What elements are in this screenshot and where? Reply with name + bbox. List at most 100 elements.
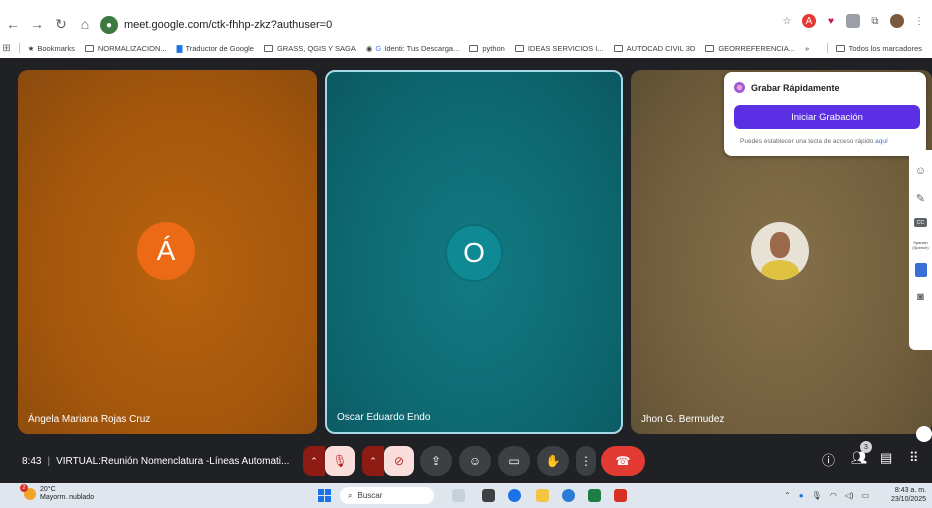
weather-widget[interactable]: 2 20°C Mayorm. nublado [20, 484, 94, 502]
extension-grid-icon[interactable] [846, 14, 860, 28]
extension-side-toolbar: ☺ ✎ CC Spanish (Speech) ◙ [909, 150, 932, 350]
taskbar-excel-icon[interactable] [588, 489, 601, 502]
meet-control-bar: 8:43 | VIRTUAL:Reunión Nomenclatura -Línea… [0, 426, 932, 483]
participant-name: Oscar Eduardo Endo [337, 412, 431, 423]
leave-call-button[interactable]: ☎ [601, 446, 645, 476]
extensions-puzzle-icon[interactable]: ⧉ [868, 14, 882, 28]
forward-icon[interactable]: → [26, 13, 48, 35]
pen-icon[interactable]: ✎ [914, 191, 928, 205]
more-menu-icon[interactable]: ⋮ [912, 14, 926, 28]
camera-group: ⌃ ⊘ [362, 446, 414, 476]
captions-icon[interactable]: CC [914, 218, 927, 227]
reactions-button[interactable]: ☺ [459, 446, 491, 476]
photo-face [770, 232, 790, 258]
mic-off-button[interactable]: 🎙︎ [325, 446, 355, 476]
captions-button[interactable]: ▭ [498, 446, 530, 476]
folder-icon [514, 44, 524, 52]
volume-icon[interactable]: ◁) [845, 491, 854, 500]
more-bookmarks-chevron[interactable]: » [805, 44, 809, 53]
extension-brain-icon [734, 82, 745, 93]
bookmark-bookmarks[interactable]: ★ Bookmarks [28, 44, 75, 53]
taskbar-app-photo-icon[interactable] [452, 489, 465, 502]
address-bar-row: ← → ↻ ⌂ ● meet.google.com/ctk-fhhp-zkz?a… [0, 8, 932, 40]
extension-heart-icon[interactable]: ♥ [824, 14, 838, 28]
chat-icon[interactable]: ▤ [880, 450, 892, 466]
search-placeholder: Buscar [357, 491, 383, 500]
bookmark-python[interactable]: python [469, 44, 505, 53]
quick-record-popup: Grabar Rápidamente Iniciar Grabación Pue… [724, 72, 926, 156]
activities-icon[interactable]: ⠿ [909, 450, 919, 466]
start-recording-button[interactable]: Iniciar Grabación [734, 105, 920, 129]
bookmark-georreferencia[interactable]: GEORREFERENCIA... [705, 44, 795, 53]
bookmark-star-icon[interactable]: ☆ [780, 14, 794, 28]
battery-icon[interactable]: ▭ [862, 491, 870, 500]
popup-header: Grabar Rápidamente [734, 82, 840, 93]
meeting-time: 8:43 [22, 456, 42, 467]
bookmark-grass[interactable]: GRASS, QGIS Y SAGA [263, 44, 356, 53]
more-options-button[interactable]: ⋮ [576, 446, 596, 476]
participant-tile-active-speaker[interactable]: O Oscar Eduardo Endo [325, 70, 623, 434]
folder-icon [705, 44, 715, 52]
taskbar-explorer-icon[interactable] [536, 489, 549, 502]
bookmark-all[interactable]: Todos los marcadores [835, 44, 922, 53]
extensions-area: ☆ A ♥ ⧉ ⋮ [780, 14, 926, 28]
profile-avatar-icon[interactable] [890, 14, 904, 28]
weather-text: 20°C Mayorm. nublado [40, 486, 94, 502]
avatar: Á [137, 222, 195, 280]
bookmark-ideas[interactable]: IDEAS SERVICIOS I... [514, 44, 604, 53]
start-windows-icon[interactable] [318, 489, 331, 502]
adblock-icon[interactable]: A [802, 14, 816, 28]
shortcut-hint: Puedes establecer una tecla de acceso rá… [740, 138, 888, 145]
photo-shirt [761, 260, 799, 280]
windows-taskbar: 2 20°C Mayorm. nublado ⌕ Buscar ⌃ ● 🎙︎ ◠… [0, 483, 932, 508]
bookmark-traductor[interactable]: ▇ Traductor de Google [177, 44, 254, 53]
taskbar-pdf-icon[interactable] [614, 489, 627, 502]
url-text[interactable]: meet.google.com/ctk-fhhp-zkz?authuser=0 [124, 19, 332, 31]
bookmark-identi[interactable]: ◉ G Identi: Tus Descarga... [366, 44, 459, 53]
bookmark-normalizacion[interactable]: NORMALIZACION... [84, 44, 167, 53]
participant-name: Jhon G. Bermudez [641, 414, 725, 425]
language-label[interactable]: Spanish (Speech) [909, 240, 932, 250]
mic-options-chevron-icon[interactable]: ⌃ [303, 446, 325, 476]
reload-icon[interactable]: ↻ [50, 13, 72, 35]
bookmark-autocad[interactable]: AUTOCAD CIVIL 3D [613, 44, 695, 53]
screen: ← → ↻ ⌂ ● meet.google.com/ctk-fhhp-zkz?a… [0, 0, 932, 508]
apps-grid-icon[interactable]: ⊞ [2, 37, 11, 59]
folder-icon [835, 44, 845, 52]
shortcut-link[interactable]: aquí [875, 138, 888, 145]
tray-chevron-icon[interactable]: ⌃ [784, 491, 791, 500]
temperature: 20°C [40, 486, 56, 493]
present-screen-button[interactable]: ⇪ [420, 446, 452, 476]
clock-date: 23/10/2025 [890, 496, 926, 503]
tray-app-icon[interactable]: ● [799, 491, 804, 500]
people-count-badge: 3 [860, 441, 872, 453]
bookmarks-bar: ⊞ ★ Bookmarks NORMALIZACION... ▇ Traductor… [0, 40, 932, 56]
popup-title: Grabar Rápidamente [751, 82, 840, 93]
wifi-icon[interactable]: ◠ [830, 491, 837, 500]
divider: | [47, 456, 51, 467]
star-icon: ★ [27, 43, 35, 53]
camera-options-chevron-icon[interactable]: ⌃ [362, 446, 384, 476]
weather-condition: Mayorm. nublado [40, 494, 95, 501]
taskbar-clock[interactable]: 8:43 a. m. 23/10/2025 [891, 486, 926, 504]
taskbar-edge-icon[interactable] [562, 489, 575, 502]
floating-extension-icon[interactable] [916, 426, 932, 442]
globe-icon: ◉ [365, 43, 373, 53]
omnibox[interactable]: ● meet.google.com/ctk-fhhp-zkz?authuser=… [100, 14, 800, 36]
camera-icon[interactable]: ◙ [914, 290, 928, 304]
avatar: O [445, 224, 503, 282]
taskbar-search[interactable]: ⌕ Buscar [340, 487, 434, 504]
taskbar-chrome-icon[interactable] [508, 489, 521, 502]
participant-tile[interactable]: Á Ángela Mariana Rojas Cruz [18, 70, 317, 434]
folder-icon [84, 44, 94, 52]
raise-hand-button[interactable]: ✋ [537, 446, 569, 476]
back-icon[interactable]: ← [2, 13, 24, 35]
add-comment-icon[interactable]: ☺ [914, 164, 928, 178]
camera-off-button[interactable]: ⊘ [384, 446, 414, 476]
home-icon[interactable]: ⌂ [74, 13, 96, 35]
notes-icon[interactable] [914, 263, 927, 277]
meeting-details-icon[interactable]: ⓘ [822, 450, 835, 469]
tray-mic-icon[interactable]: 🎙︎ [812, 491, 822, 500]
taskbar-app-taskview-icon[interactable] [482, 489, 495, 502]
site-info-icon[interactable]: ● [100, 16, 118, 34]
